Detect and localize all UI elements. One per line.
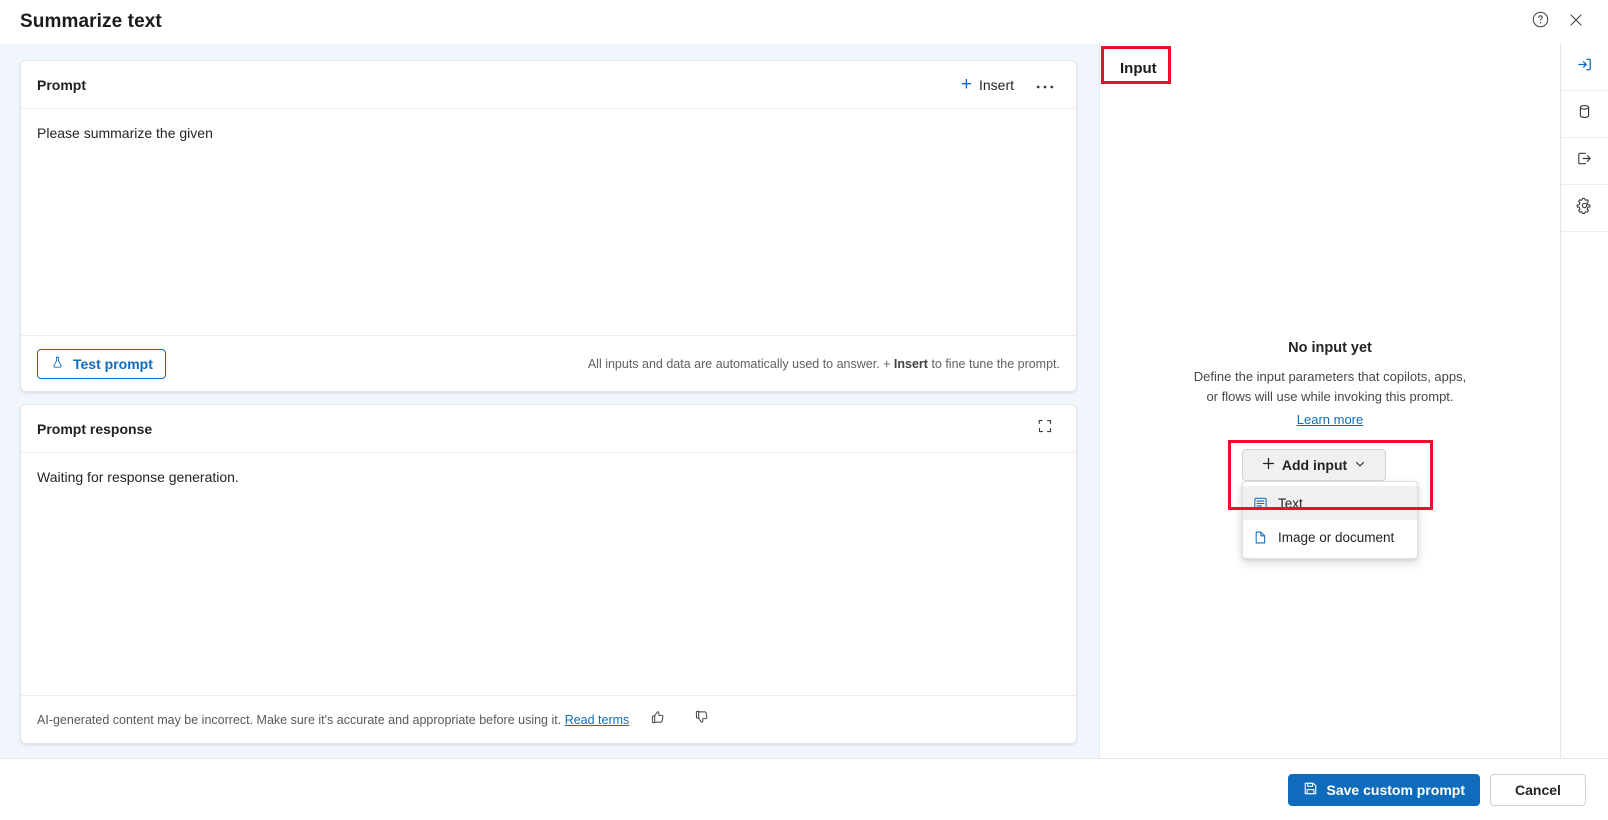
test-prompt-label: Test prompt xyxy=(73,355,153,372)
rail-item-data[interactable] xyxy=(1561,91,1608,138)
insert-button[interactable]: + Insert xyxy=(953,71,1022,98)
prompt-hint-suffix: to fine tune the prompt. xyxy=(927,356,1060,371)
dialog-footer: Save custom prompt Cancel xyxy=(0,758,1608,820)
empty-state-title: No input yet xyxy=(1288,340,1372,356)
save-disk-icon xyxy=(1303,781,1318,799)
add-input-label: Add input xyxy=(1281,457,1348,473)
close-icon xyxy=(1567,11,1585,34)
database-icon xyxy=(1575,102,1594,126)
response-card-header: Prompt response xyxy=(21,405,1076,453)
help-circle-icon xyxy=(1531,10,1550,34)
test-prompt-button[interactable]: Test prompt xyxy=(37,348,166,379)
input-panel: Input No input yet Define the input para… xyxy=(1100,44,1560,758)
prompt-hint: All inputs and data are automatically us… xyxy=(588,357,1060,371)
response-card-footer: AI-generated content may be incorrect. M… xyxy=(21,695,1076,743)
rail-item-settings[interactable] xyxy=(1561,185,1608,232)
expand-response-button[interactable] xyxy=(1030,415,1060,443)
dialog-titlebar: Summarize text xyxy=(0,0,1608,44)
response-card-title: Prompt response xyxy=(37,420,153,437)
empty-desc-line-2: or flows will use while invoking this pr… xyxy=(1206,389,1454,404)
summarize-text-dialog: Summarize text Prompt + Insert Please su… xyxy=(0,0,1608,820)
prompt-card-title: Prompt xyxy=(37,76,86,93)
menu-item-label: Text xyxy=(1278,495,1303,511)
input-panel-title: Input xyxy=(1120,60,1157,77)
save-custom-prompt-button[interactable]: Save custom prompt xyxy=(1287,773,1480,806)
page-title: Summarize text xyxy=(20,11,162,32)
prompt-hint-bold: Insert xyxy=(893,356,928,371)
empty-state-description: Define the input parameters that copilot… xyxy=(1140,367,1520,407)
menu-item-image-or-document[interactable]: Image or document xyxy=(1243,520,1417,554)
flask-icon xyxy=(50,355,65,373)
help-button[interactable] xyxy=(1522,6,1558,38)
arrow-into-box-icon xyxy=(1575,55,1594,79)
prompt-textarea[interactable]: Please summarize the given xyxy=(21,109,1076,335)
thumbs-up-button[interactable] xyxy=(643,706,673,734)
ai-disclaimer-text: AI-generated content may be incorrect. M… xyxy=(37,712,565,727)
response-body: Waiting for response generation. xyxy=(37,469,239,485)
prompt-card: Prompt + Insert Please summarize the giv… xyxy=(20,60,1077,392)
add-input-button[interactable]: Add input xyxy=(1242,449,1386,481)
add-input-dropdown-menu: Text Image or document xyxy=(1242,481,1418,559)
prompt-response-card: Prompt response Waiting for response gen… xyxy=(20,404,1077,744)
rail-item-output[interactable] xyxy=(1561,138,1608,185)
prompt-card-footer: Test prompt All inputs and data are auto… xyxy=(21,335,1076,391)
thumb-up-icon xyxy=(650,709,666,730)
text-lines-icon xyxy=(1253,496,1268,511)
close-button[interactable] xyxy=(1558,6,1594,38)
plus-icon xyxy=(1262,457,1275,473)
document-icon xyxy=(1253,530,1268,545)
thumb-down-icon xyxy=(694,709,710,730)
save-button-label: Save custom prompt xyxy=(1326,781,1465,798)
ai-disclaimer: AI-generated content may be incorrect. M… xyxy=(37,713,629,727)
cancel-button-label: Cancel xyxy=(1515,781,1561,798)
thumbs-down-button[interactable] xyxy=(687,706,717,734)
gear-icon xyxy=(1575,196,1594,220)
menu-item-label: Image or document xyxy=(1278,529,1395,545)
input-panel-inner: Input No input yet Define the input para… xyxy=(1100,44,1560,758)
input-empty-state: No input yet Define the input parameters… xyxy=(1100,340,1560,429)
arrow-out-of-box-icon xyxy=(1575,149,1594,173)
chevron-down-icon xyxy=(1354,457,1366,473)
prompt-more-options-button[interactable] xyxy=(1030,71,1060,99)
dialog-body: Prompt + Insert Please summarize the giv… xyxy=(0,44,1608,758)
ellipsis-icon xyxy=(1036,75,1054,95)
empty-desc-line-1: Define the input parameters that copilot… xyxy=(1193,369,1467,384)
cancel-button[interactable]: Cancel xyxy=(1490,773,1586,806)
prompt-editor-column: Prompt + Insert Please summarize the giv… xyxy=(0,44,1100,758)
plus-icon: + xyxy=(960,74,972,95)
prompt-card-header: Prompt + Insert xyxy=(21,61,1076,109)
menu-item-text[interactable]: Text xyxy=(1243,486,1417,520)
insert-button-label: Insert xyxy=(978,76,1014,93)
prompt-hint-prefix: All inputs and data are automatically us… xyxy=(587,356,894,371)
learn-more-link[interactable]: Learn more xyxy=(1297,412,1363,427)
expand-icon xyxy=(1037,418,1053,439)
rail-item-input[interactable] xyxy=(1561,44,1608,91)
read-terms-link[interactable]: Read terms xyxy=(565,713,630,727)
right-icon-rail xyxy=(1560,44,1608,758)
